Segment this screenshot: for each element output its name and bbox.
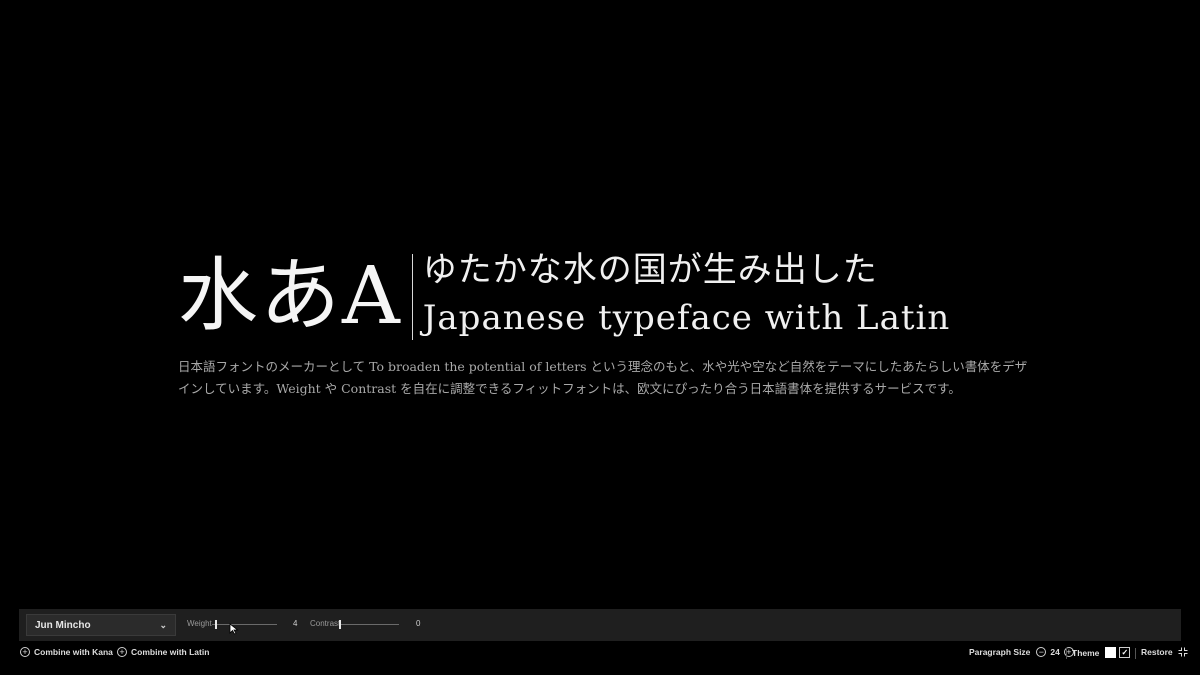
contrast-slider[interactable] <box>339 620 399 629</box>
combine-latin-button[interactable]: + Combine with Latin <box>117 647 209 657</box>
contrast-slider-thumb[interactable] <box>339 620 341 629</box>
paragraph-size-label: Paragraph Size <box>969 647 1031 657</box>
headline-lines: ゆたかな水の国が生み出した Japanese typeface with Lat… <box>423 246 951 342</box>
toolbar-separator <box>1066 648 1067 659</box>
check-icon: ✓ <box>1121 648 1129 657</box>
paragraph-size-control: Paragraph Size − 24 + <box>969 647 1078 657</box>
theme-light-swatch[interactable] <box>1105 647 1117 658</box>
combine-kana-label: Combine with Kana <box>34 647 113 657</box>
weight-slider[interactable] <box>212 620 277 629</box>
weight-value: 4 <box>293 619 298 628</box>
theme-control: Theme ✓ <box>1072 647 1131 658</box>
combine-kana-button[interactable]: + Combine with Kana <box>20 647 113 657</box>
specimen-glyphs: 水あA <box>178 249 402 342</box>
headline-latin: Japanese typeface with Latin <box>422 298 951 338</box>
paragraph-size-value: 24 <box>1050 647 1060 657</box>
contrast-label: Contrast <box>310 619 341 628</box>
restore-label: Restore <box>1141 647 1173 657</box>
mouse-cursor-icon <box>229 623 239 635</box>
weight-slider-thumb[interactable] <box>215 620 217 629</box>
font-select-value: Jun Mincho <box>35 619 91 631</box>
weight-label: Weight <box>187 619 212 628</box>
theme-label: Theme <box>1072 647 1100 658</box>
headline: 水あA ゆたかな水の国が生み出した Japanese typeface with… <box>178 246 1038 346</box>
plus-circle-icon: + <box>117 647 127 657</box>
control-bar: Jun Mincho ⌄ Weight 4 Contrast 0 <box>19 609 1181 641</box>
toolbar-separator <box>1135 648 1136 659</box>
theme-dark-swatch[interactable]: ✓ <box>1119 647 1131 658</box>
plus-circle-icon: + <box>20 647 30 657</box>
font-select[interactable]: Jun Mincho ⌄ <box>26 614 176 636</box>
combine-latin-label: Combine with Latin <box>131 647 210 657</box>
compress-icon <box>1178 647 1188 657</box>
headline-japanese: ゆたかな水の国が生み出した <box>422 250 878 290</box>
restore-button[interactable]: Restore <box>1141 647 1188 657</box>
bottom-toolbar: + Combine with Kana + Combine with Latin… <box>0 645 1200 663</box>
type-specimen: 水あA ゆたかな水の国が生み出した Japanese typeface with… <box>178 246 1038 400</box>
contrast-value: 0 <box>416 619 421 628</box>
headline-divider <box>411 254 413 340</box>
specimen-paragraph: 日本語フォントのメーカーとして To broaden the potential… <box>178 359 1028 396</box>
chevron-down-icon: ⌄ <box>159 620 167 630</box>
minus-circle-icon[interactable]: − <box>1036 647 1047 657</box>
